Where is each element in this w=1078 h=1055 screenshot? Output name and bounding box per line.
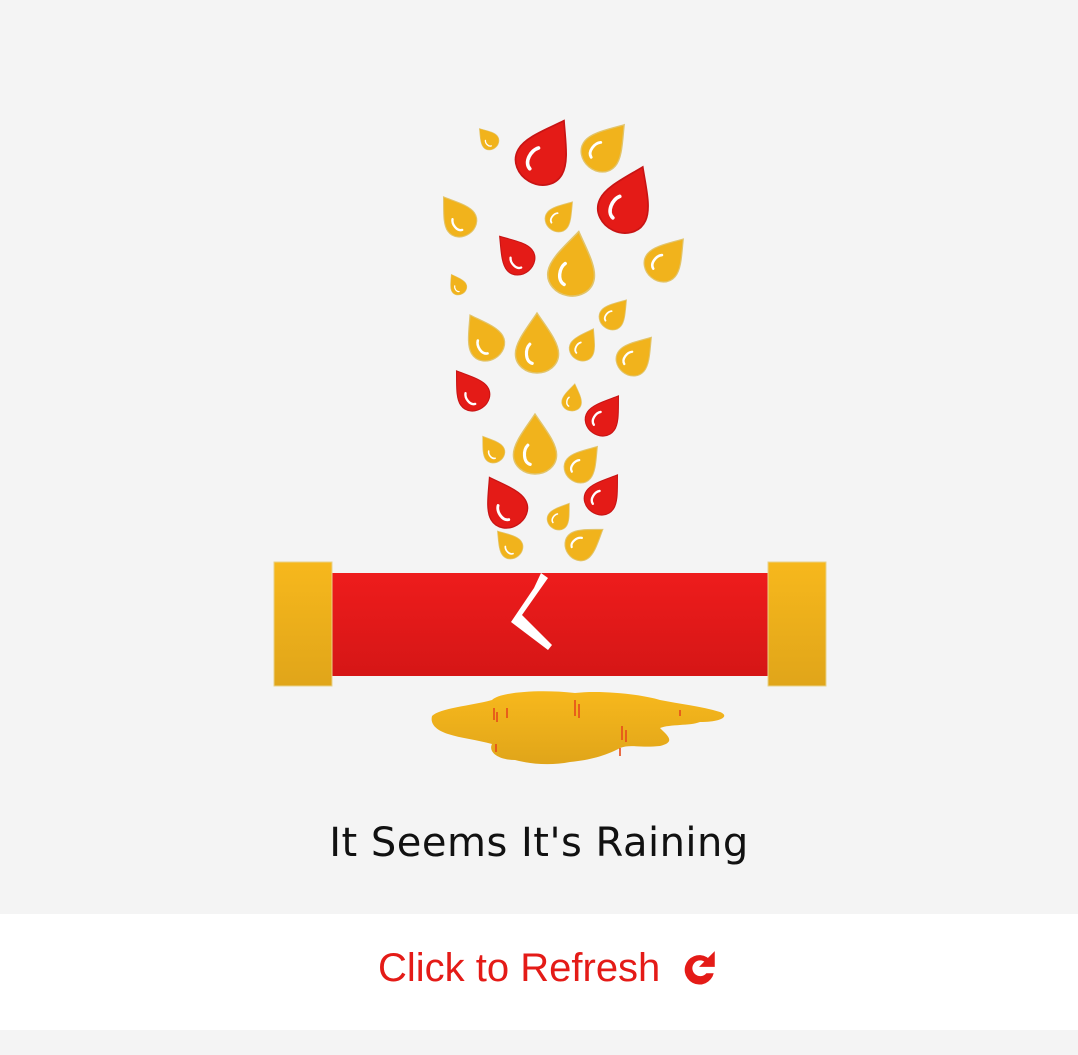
droplet xyxy=(487,476,529,529)
droplet xyxy=(479,128,500,151)
water-droplets xyxy=(442,119,684,562)
droplet xyxy=(544,201,573,233)
pipe xyxy=(273,561,827,687)
droplet xyxy=(514,311,560,374)
droplet xyxy=(455,370,491,412)
droplet xyxy=(512,412,558,475)
refresh-link[interactable]: Click to Refresh xyxy=(378,946,720,991)
refresh-label: Click to Refresh xyxy=(378,946,661,990)
droplet xyxy=(450,273,468,296)
droplet xyxy=(514,119,567,186)
broken-pipe-illustration xyxy=(273,119,827,765)
droplet xyxy=(546,230,596,297)
refresh-icon xyxy=(685,950,716,985)
droplet xyxy=(561,383,582,412)
droplet xyxy=(497,530,524,560)
droplet xyxy=(499,235,536,276)
error-page: It Seems It's Raining Click to Refresh xyxy=(0,0,1078,1055)
droplet xyxy=(546,502,570,531)
droplet xyxy=(643,238,684,283)
droplet xyxy=(482,435,506,464)
droplet xyxy=(598,299,627,331)
puddle xyxy=(431,691,725,765)
droplet xyxy=(568,328,595,362)
droplet xyxy=(584,395,620,437)
error-message: It Seems It's Raining xyxy=(329,820,749,866)
droplet xyxy=(442,196,478,238)
droplet xyxy=(580,123,625,173)
footer-strip xyxy=(0,1030,1078,1055)
droplet xyxy=(615,336,652,377)
droplet xyxy=(467,314,506,362)
